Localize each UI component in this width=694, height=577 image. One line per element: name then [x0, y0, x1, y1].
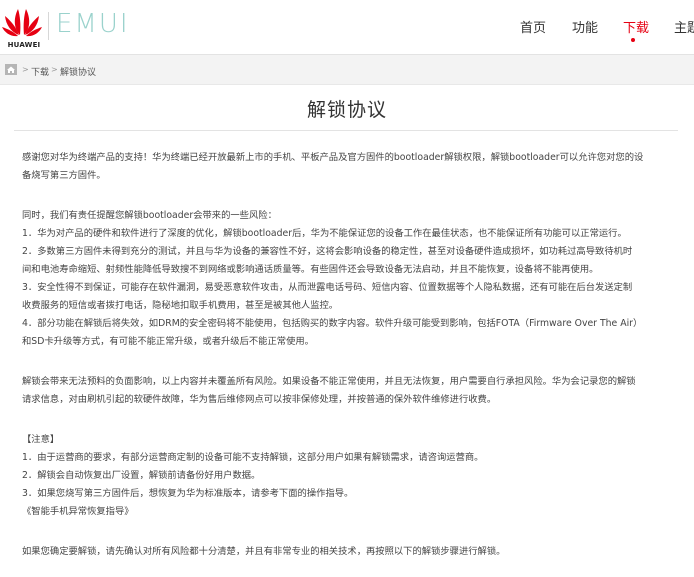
notice-item: 3．如果您烧写第三方固件后，想恢复为华为标准版本，请参考下面的操作指导。 [22, 488, 354, 499]
site-header: HUAWEI EMUI 首页 功能 下载 主题 [0, 0, 694, 55]
breadcrumb: > 下载 > 解锁协议 [0, 56, 694, 84]
paragraph-line: 解锁会带来无法预料的负面影响，以上内容并未覆盖所有风险。如果设备不能正常使用，并… [22, 376, 636, 387]
title-divider [14, 130, 678, 131]
nav-item-features[interactable]: 功能 [572, 17, 598, 36]
brand-name[interactable]: EMUI [56, 9, 130, 39]
huawei-logo[interactable]: HUAWEI [2, 7, 42, 49]
paragraph-line: 感谢您对华为终端产品的支持！华为终端已经开放最新上市的手机、平板产品及官方固件的… [22, 152, 644, 163]
list-item: 1．华为对产品的硬件和软件进行了深度的优化，解锁bootloader后，华为不能… [22, 228, 627, 239]
breadcrumb-separator: > [51, 65, 58, 74]
recovery-guide-link[interactable]: 《智能手机异常恢复指导》 [22, 503, 668, 521]
list-item-continued: 收费服务的短信或者拨打电话，隐秘地扣取手机费用，甚至是被其他人监控。 [22, 300, 339, 311]
agreement-panel: 解锁协议 感谢您对华为终端产品的支持！华为终端已经开放最新上市的手机、平板产品及… [0, 84, 694, 577]
brand-divider [48, 12, 49, 40]
paragraph-line: 如果您确定要解锁，请先确认对所有风险都十分清楚，并且有非常专业的相关技术，再按照… [22, 546, 506, 557]
paragraph-line: 请求信息，对由刷机引起的软硬件故障，华为售后维修网点可以按非保修处理，并按普通的… [22, 394, 497, 405]
home-icon[interactable] [5, 64, 17, 75]
nav-item-themes[interactable]: 主题 [674, 17, 694, 36]
notice-heading: 【注意】 [22, 434, 60, 445]
list-item: 3．安全性得不到保证，可能存在软件漏洞，易受恶意软件攻击，从而泄露电话号码、短信… [22, 282, 633, 293]
breadcrumb-item-download[interactable]: 下载 [31, 65, 49, 78]
notice-item: 2．解锁会自动恢复出厂设置，解锁前请备份好用户数据。 [22, 470, 261, 481]
nav-item-download[interactable]: 下载 [623, 17, 649, 36]
notice-item: 1．由于运营商的要求，有部分运营商定制的设备可能不支持解锁，这部分用户如果有解锁… [22, 452, 484, 463]
nav-item-home[interactable]: 首页 [520, 17, 546, 36]
list-item: 2．多数第三方固件未得到充分的测试，并且与华为设备的兼容性不好，这将会影响设备的… [22, 246, 633, 257]
list-item: 4．部分功能在解锁后将失效，如DRM的安全密码将不能使用，包括购买的数字内容。软… [22, 318, 643, 329]
list-item-continued: 和SD卡升级等方式，有可能不能正常升级，或者升级后不能正常使用。 [22, 336, 314, 347]
paragraph-line: 备烧写第三方固件。 [22, 170, 106, 181]
paragraph-line: 同时，我们有责任提醒您解锁bootloader会带来的一些风险： [22, 210, 277, 221]
breadcrumb-item-current: 解锁协议 [60, 68, 97, 78]
nav-active-indicator [631, 38, 635, 42]
breadcrumb-separator: > [22, 65, 29, 74]
list-item-continued: 间和电池寿命缩短、射频性能降低导致搜不到网络或影响通话质量等。有些固件还会导致设… [22, 264, 599, 275]
page-title: 解锁协议 [306, 99, 387, 121]
logo-wordmark: HUAWEI [7, 41, 41, 49]
huawei-flower-icon [2, 9, 42, 37]
